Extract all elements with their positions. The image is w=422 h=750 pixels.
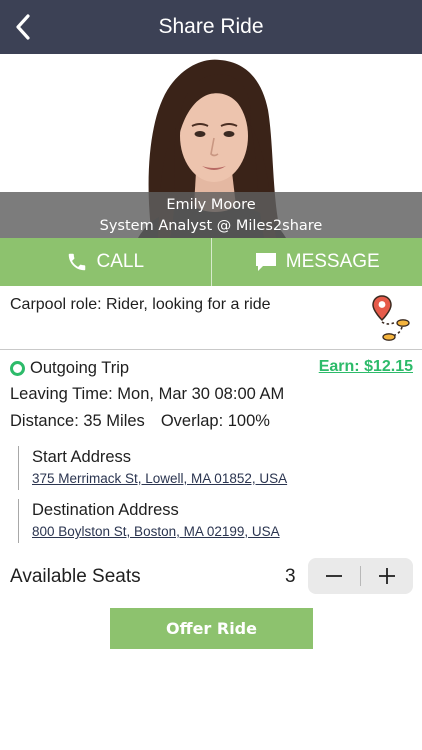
available-seats-count: 3 [285,566,296,587]
distance-text: Distance: 35 Miles [10,412,145,430]
route-map-icon [372,295,410,341]
leaving-time: Leaving Time: Mon, Mar 30 08:00 AM [10,385,285,403]
call-label: CALL [96,251,145,272]
destination-address-block: Destination Address 800 Boylston St, Bos… [18,499,280,543]
profile-name: Emily Moore [166,197,256,213]
message-label: MESSAGE [285,251,380,272]
contact-actions: CALL MESSAGE [0,238,422,286]
offer-ride-button[interactable]: Offer Ride [110,608,313,649]
earn-link[interactable]: Earn: $12.15 [319,358,413,376]
trip-type-label: Outgoing Trip [30,359,130,377]
carpool-role-row: Carpool role: Rider, looking for a ride [0,286,422,350]
trip-type-circle-icon [10,361,25,376]
decrement-seats-button[interactable] [308,558,360,594]
message-button[interactable]: MESSAGE [210,238,422,286]
page-title: Share Ride [158,15,264,38]
increment-seats-button[interactable] [361,558,413,594]
trip-type: Outgoing Trip [10,359,129,378]
seats-stepper [308,558,413,594]
start-address-label: Start Address [32,448,132,466]
plus-icon [379,568,395,584]
chat-bubble-icon [255,253,276,271]
profile-section: Emily Moore System Analyst @ Miles2share [0,54,422,238]
profile-caption: Emily Moore System Analyst @ Miles2share [0,192,422,238]
start-address-link[interactable]: 375 Merrimack St, Lowell, MA 01852, USA [32,468,287,490]
profile-role: System Analyst @ Miles2share [99,218,323,234]
minus-icon [326,575,342,577]
destination-address-label: Destination Address [32,501,179,519]
destination-address-link[interactable]: 800 Boylston St, Boston, MA 02199, USA [32,521,280,543]
app-header: Share Ride [0,0,422,54]
distance-overlap: Distance: 35 Miles Overlap: 100% [10,412,270,431]
start-address-block: Start Address 375 Merrimack St, Lowell, … [18,446,287,490]
carpool-role-text: Carpool role: Rider, looking for a ride [10,296,271,313]
overlap-text: Overlap: 100% [160,412,270,430]
call-button[interactable]: CALL [0,238,211,286]
available-seats-label: Available Seats [10,566,141,587]
phone-icon [69,253,86,271]
